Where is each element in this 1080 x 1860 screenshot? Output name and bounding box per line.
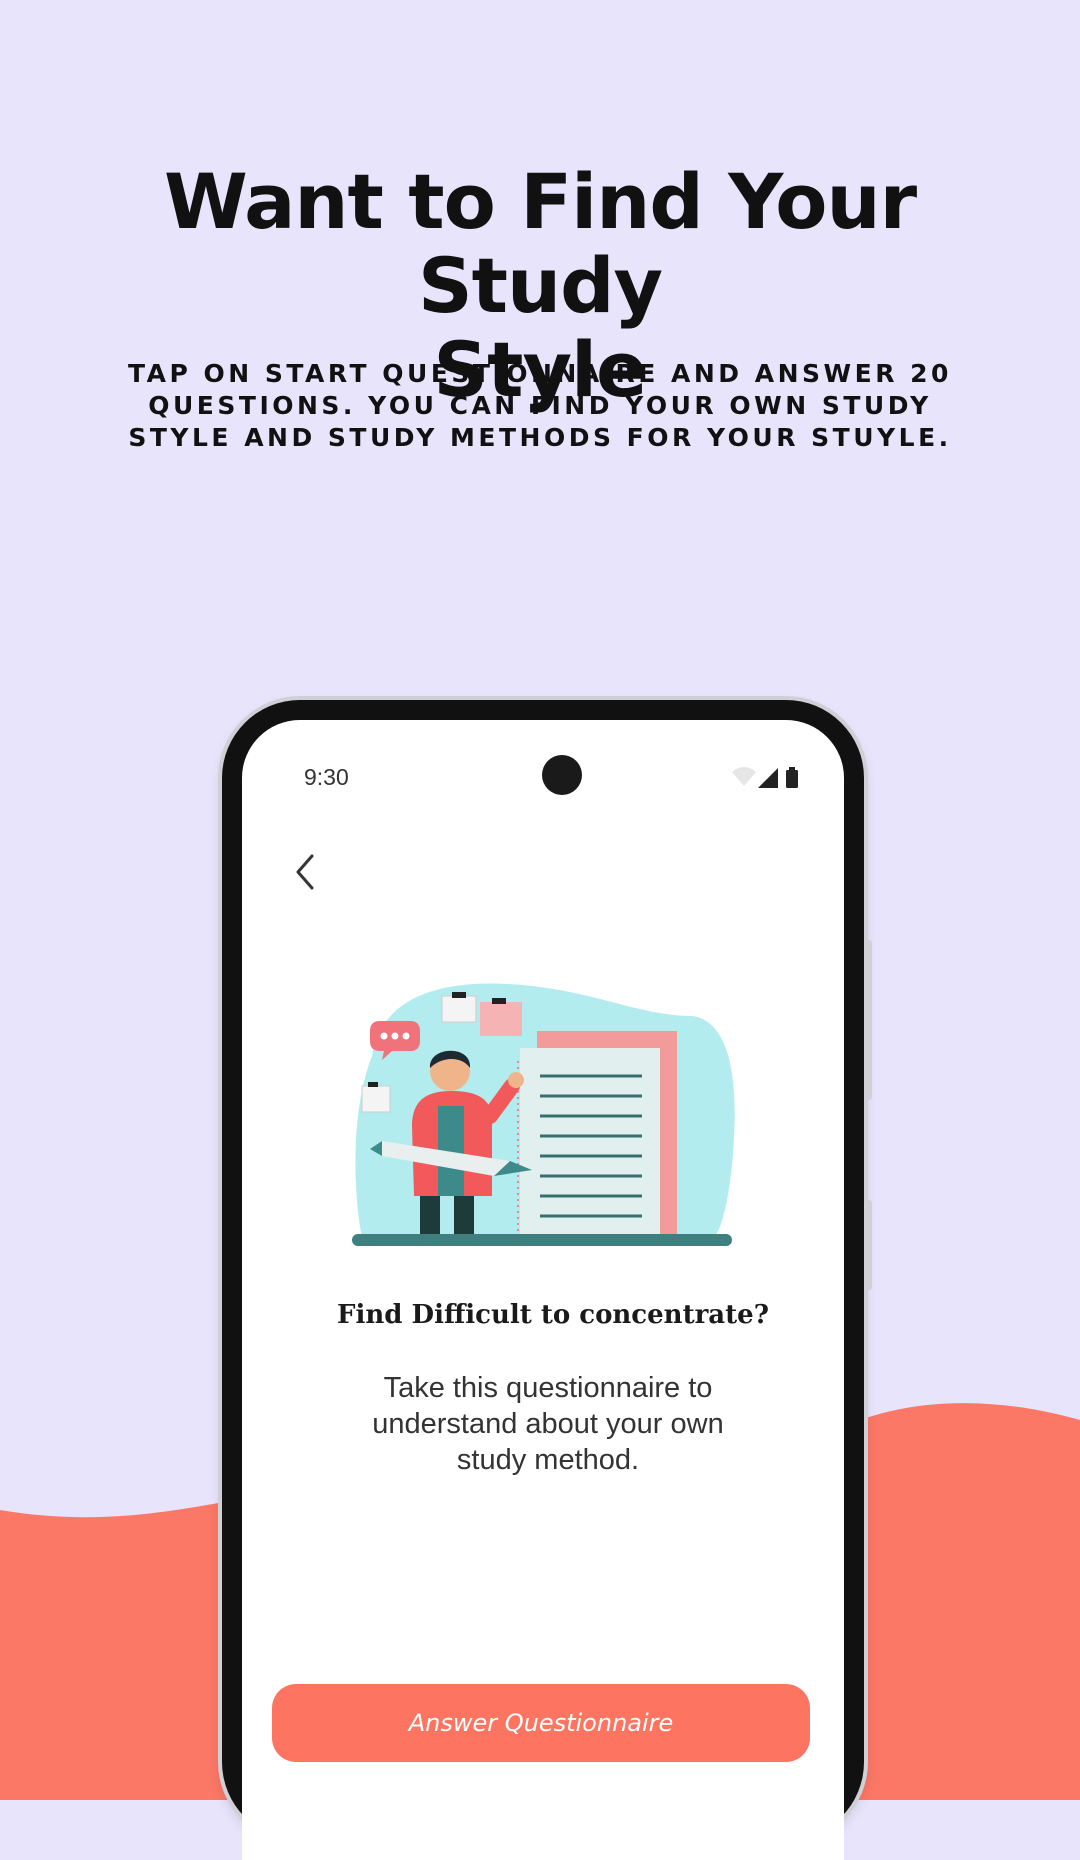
status-icons [732, 767, 798, 788]
signal-icon [758, 768, 778, 788]
back-button[interactable] [286, 848, 326, 896]
answer-questionnaire-button[interactable]: Answer Questionnaire [272, 1684, 810, 1762]
subtitle-line-2: QUESTIONS. YOU CAN FIND YOUR OWN STUDY [148, 391, 932, 420]
question-title: Find Difficult to concentrate? [337, 1300, 769, 1330]
subtitle-line-3: STYLE AND STUDY METHODS FOR YOUR STUYLE. [128, 423, 952, 452]
front-camera [542, 755, 582, 795]
description-line-3: study method. [456, 1444, 640, 1476]
teacher-illustration [352, 983, 735, 1246]
wifi-icon [732, 767, 756, 786]
phone-power-button [864, 940, 872, 1100]
description-line-2: understand about your own [372, 1408, 724, 1440]
subtitle-line-1: TAP ON START QUESTIONNAIRE AND ANSWER 20 [128, 359, 952, 388]
description-line-1: Take this questionnaire to [383, 1372, 713, 1404]
subtitle: TAP ON START QUESTIONNAIRE AND ANSWER 20… [110, 358, 970, 454]
chevron-left-icon [296, 854, 314, 890]
phone-volume-button [864, 1200, 872, 1290]
headline-line-1: Want to Find Your Study [163, 157, 917, 330]
phone-mockup: 9:30 Find Difficult to concentrate? Take… [222, 700, 872, 1860]
question-description: Take this questionnaire to understand ab… [338, 1370, 758, 1478]
battery-icon [786, 767, 798, 788]
phone-screen: 9:30 Find Difficult to concentrate? Take… [242, 720, 844, 1860]
status-time: 9:30 [304, 764, 349, 790]
